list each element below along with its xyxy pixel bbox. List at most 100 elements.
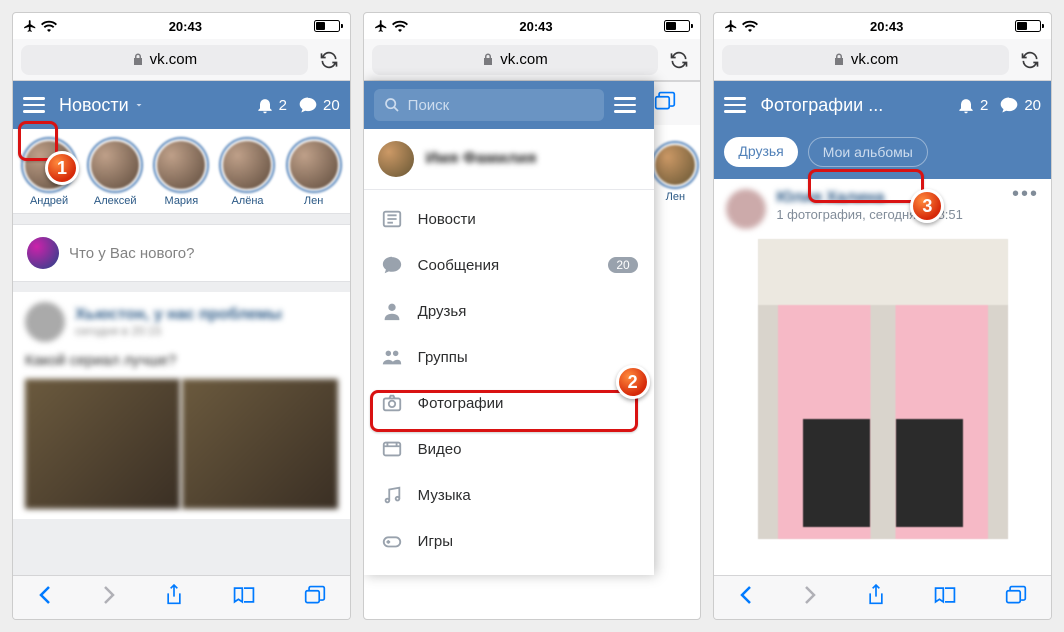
group-icon — [380, 345, 404, 369]
photo-tabs: Друзья Мои альбомы — [714, 129, 1051, 179]
menu-item-games[interactable]: Игры — [364, 518, 654, 564]
refresh-icon — [669, 50, 689, 70]
refresh-button[interactable] — [1017, 50, 1043, 70]
menu-button[interactable] — [724, 95, 750, 115]
story-item[interactable]: Лен — [286, 139, 342, 207]
refresh-button[interactable] — [316, 50, 342, 70]
forward-button[interactable] — [101, 585, 117, 610]
profile-row[interactable]: Имя Фамилия — [364, 129, 654, 190]
bell-icon — [255, 95, 275, 115]
screenshot-3: 20:43 vk.com Фотографии ... 2 20 Друзья … — [713, 12, 1052, 620]
page-title: Фотографии ... — [760, 95, 946, 116]
chat-icon — [380, 253, 404, 277]
airplane-icon — [374, 19, 388, 33]
tabs-button[interactable] — [1005, 585, 1027, 610]
vk-header: Фотографии ... 2 20 — [714, 81, 1051, 129]
airplane-icon — [724, 19, 738, 33]
status-bar: 20:43 — [13, 13, 350, 39]
refresh-button[interactable] — [666, 50, 692, 70]
notifications-button[interactable]: 2 — [956, 95, 988, 115]
back-button[interactable] — [37, 585, 53, 610]
post-time: сегодня в 20:15 — [75, 324, 282, 338]
forward-button[interactable] — [802, 585, 818, 610]
menu-item-music[interactable]: Музыка — [364, 472, 654, 518]
post-text: Какой сериал лучше? — [25, 352, 338, 369]
lock-icon — [132, 53, 144, 67]
story-item[interactable]: Мария — [153, 139, 209, 207]
composer-placeholder: Что у Вас нового? — [69, 245, 195, 262]
tab-friends[interactable]: Друзья — [724, 137, 797, 167]
url-field[interactable]: vk.com — [372, 45, 659, 75]
menu-item-news[interactable]: Новости — [364, 196, 654, 242]
post-avatar — [25, 302, 65, 342]
status-time: 20:43 — [519, 19, 552, 34]
music-icon — [380, 483, 404, 507]
screenshot-2: 20:43 vk.com Лен Поиск — [363, 12, 702, 620]
more-button[interactable]: ••• — [1012, 189, 1039, 199]
menu-item-groups[interactable]: Группы — [364, 334, 654, 380]
menu-item-photos[interactable]: Фотографии — [364, 380, 654, 426]
url-field[interactable]: vk.com — [722, 45, 1009, 75]
bookmarks-button[interactable] — [933, 585, 957, 610]
tab-my-albums[interactable]: Мои альбомы — [808, 137, 928, 167]
menu-button[interactable] — [23, 95, 49, 115]
gamepad-icon — [380, 529, 404, 553]
url-field[interactable]: vk.com — [21, 45, 308, 75]
safari-toolbar — [13, 575, 350, 619]
vk-header: Новости 2 20 — [13, 81, 350, 129]
wifi-icon — [392, 20, 408, 32]
story-item[interactable]: Андрей — [21, 139, 77, 207]
photo-thumbnail[interactable] — [758, 239, 1008, 539]
safari-url-bar: vk.com — [714, 39, 1051, 81]
story-item[interactable]: Алексей — [87, 139, 143, 207]
photo-post-header[interactable]: Юлия Халина 1 фотография, сегодня в 18:5… — [726, 189, 1039, 229]
post-images[interactable] — [25, 379, 338, 509]
chat-icon — [297, 95, 319, 115]
story-item[interactable]: Алёна — [219, 139, 275, 207]
page-title[interactable]: Новости — [59, 95, 245, 116]
menu-item-messages[interactable]: Сообщения 20 — [364, 242, 654, 288]
tabs-button[interactable] — [654, 91, 676, 116]
feed-content: Андрей Алексей Мария Алёна Лен Что у Вас… — [13, 129, 350, 575]
stories-row[interactable]: Андрей Алексей Мария Алёна Лен — [13, 129, 350, 214]
messages-button[interactable]: 20 — [998, 95, 1041, 115]
bookmarks-button[interactable] — [232, 585, 256, 610]
avatar — [27, 237, 59, 269]
avatar — [378, 141, 414, 177]
post-author: Хьюстон, у нас проблемы — [75, 306, 282, 324]
notifications-button[interactable]: 2 — [255, 95, 287, 115]
battery-icon — [314, 20, 340, 32]
status-bar: 20:43 — [714, 13, 1051, 39]
messages-button[interactable]: 20 — [297, 95, 340, 115]
share-button[interactable] — [866, 583, 886, 612]
status-bar: 20:43 — [364, 13, 701, 39]
wifi-icon — [742, 20, 758, 32]
chevron-down-icon — [133, 99, 145, 111]
share-button[interactable] — [164, 583, 184, 612]
feed-post[interactable]: Хьюстон, у нас проблемы сегодня в 20:15 … — [13, 292, 350, 519]
menu-item-friends[interactable]: Друзья — [364, 288, 654, 334]
chat-icon — [998, 95, 1020, 115]
status-time: 20:43 — [169, 19, 202, 34]
bell-icon — [956, 95, 976, 115]
menu-item-video[interactable]: Видео — [364, 426, 654, 472]
video-icon — [380, 437, 404, 461]
menu-close-button[interactable] — [604, 95, 644, 115]
user-icon — [380, 299, 404, 323]
lock-icon — [833, 53, 845, 67]
battery-icon — [664, 20, 690, 32]
url-text: vk.com — [150, 51, 198, 68]
safari-url-bar: vk.com — [364, 39, 701, 81]
refresh-icon — [319, 50, 339, 70]
photo-meta: 1 фотография, сегодня в 18:51 — [776, 207, 1002, 222]
tabs-button[interactable] — [304, 585, 326, 610]
story-item[interactable] — [653, 143, 697, 187]
side-menu: Поиск Имя Фамилия Новости Сообщения 20 Д… — [364, 81, 654, 575]
screenshot-1: 20:43 vk.com Новости 2 20 Андрей Алексей — [12, 12, 351, 620]
photo-author: Юлия Халина — [776, 189, 1002, 207]
profile-name: Имя Фамилия — [426, 150, 537, 168]
back-button[interactable] — [738, 585, 754, 610]
composer[interactable]: Что у Вас нового? — [13, 224, 350, 282]
safari-toolbar — [714, 575, 1051, 619]
search-input[interactable]: Поиск — [374, 89, 604, 121]
